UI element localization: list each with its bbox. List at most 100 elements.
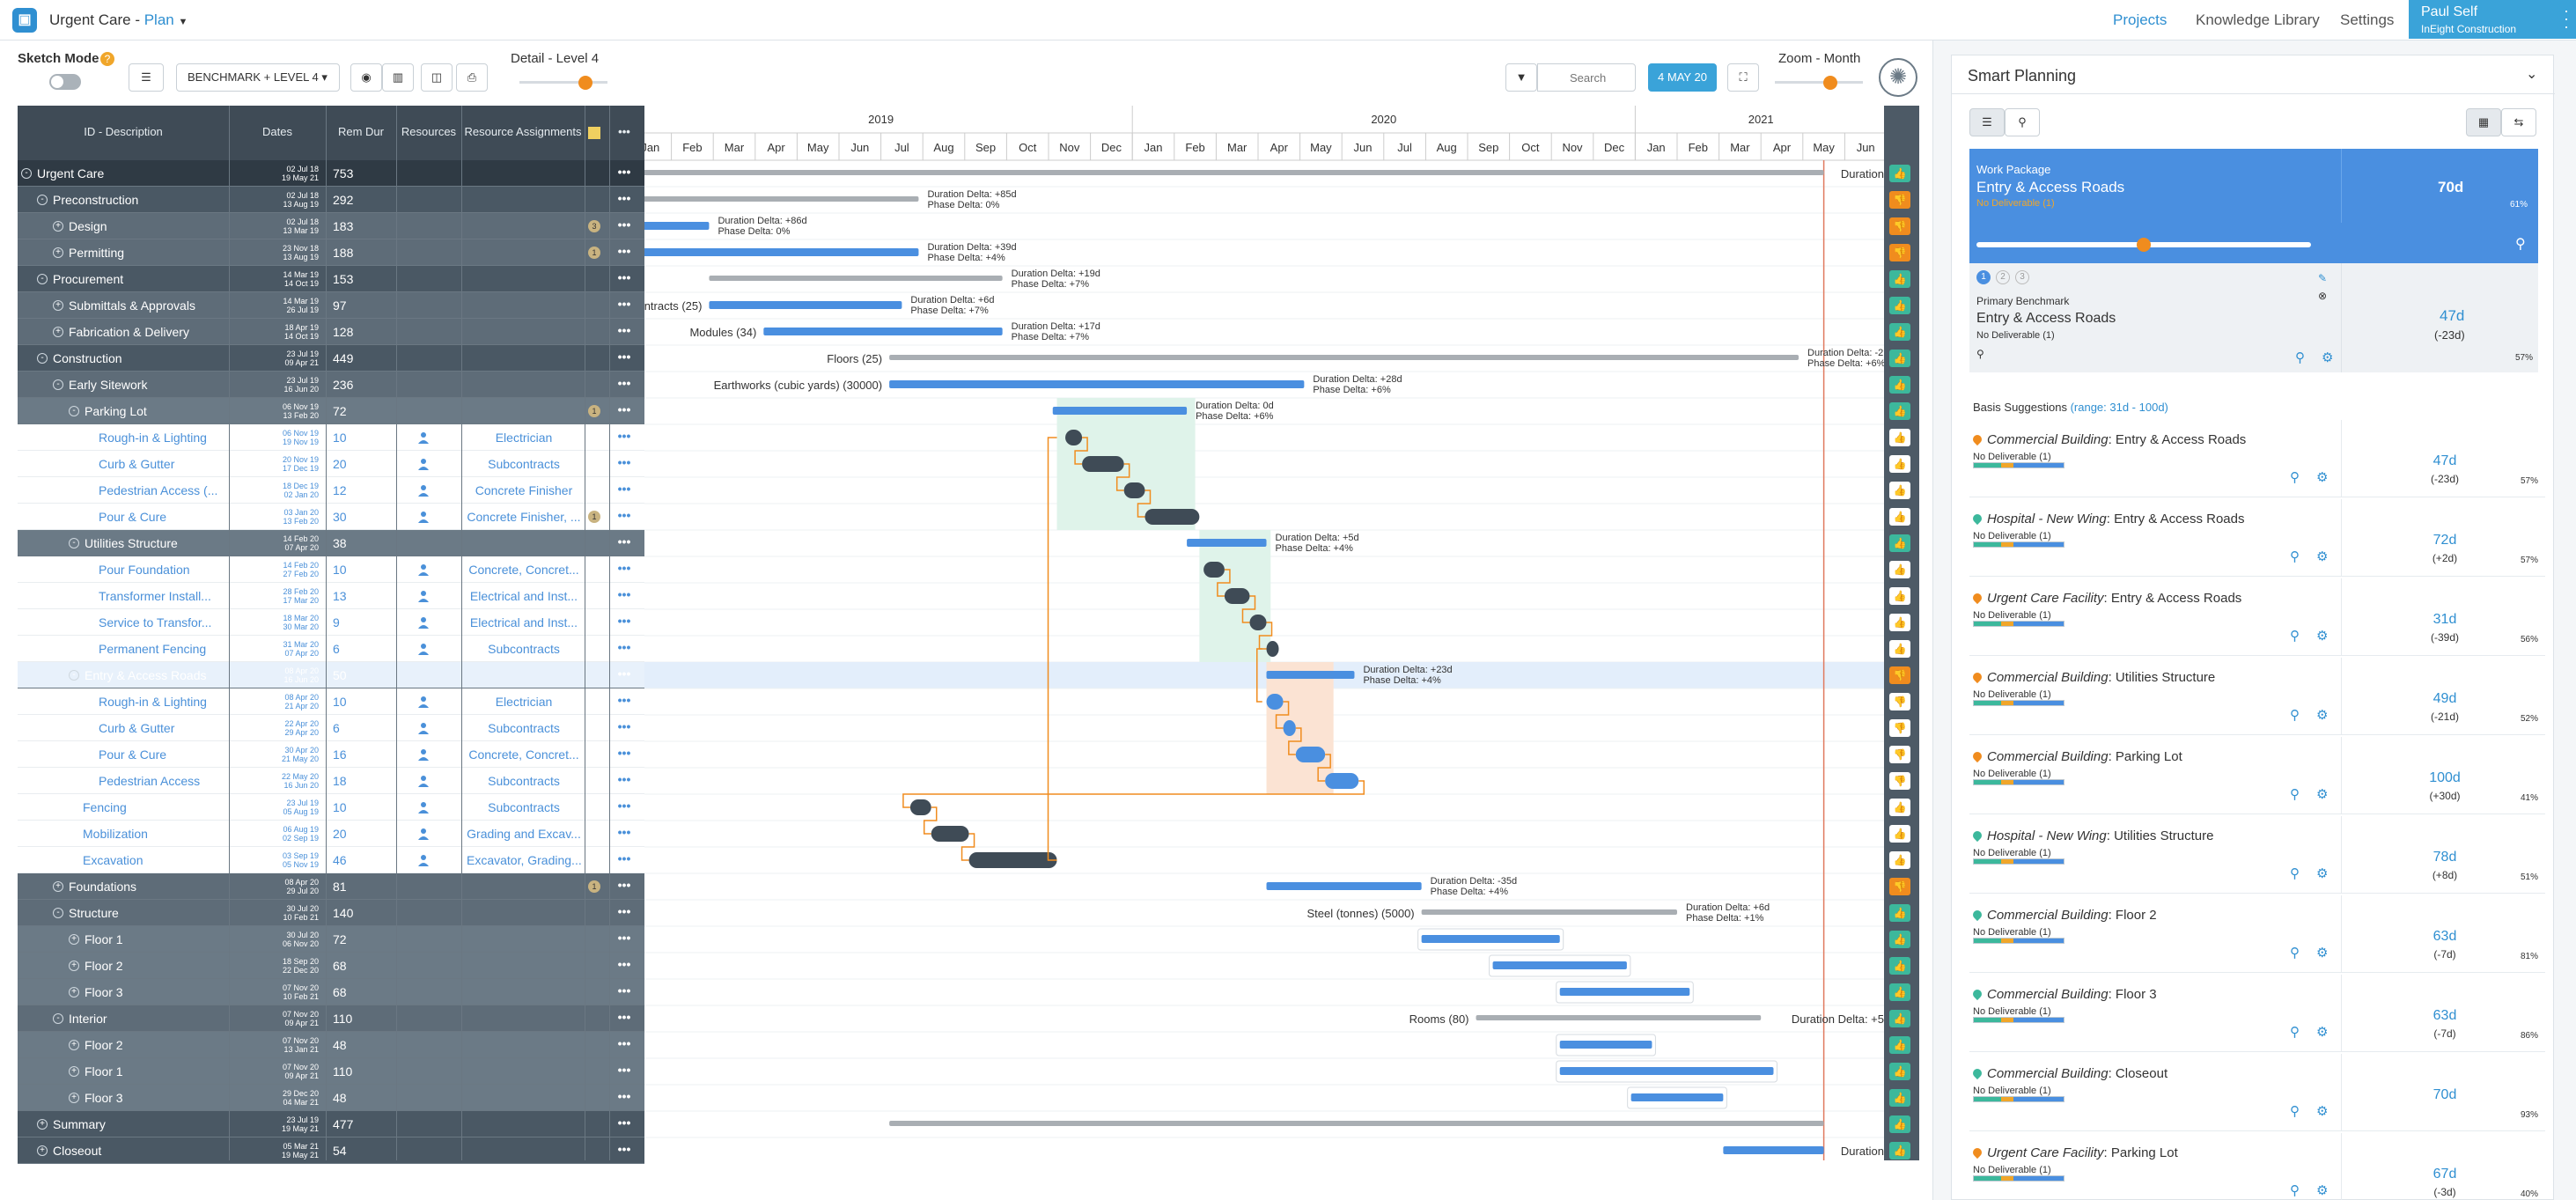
app-logo[interactable]: ▣ <box>12 8 37 33</box>
suggestion-item[interactable]: Commercial Building: Closeout No Deliver… <box>1969 1054 2545 1131</box>
row-more-icon[interactable]: ••• <box>615 958 634 970</box>
row-more-icon[interactable]: ••• <box>615 482 634 495</box>
hierarchy-icon[interactable]: ⚙ <box>2316 707 2328 723</box>
summary-row[interactable]: - Parking Lot 06 Nov 19 13 Feb 20 72 1 ••• <box>18 398 644 424</box>
search-input[interactable] <box>1537 63 1636 92</box>
filter-icon[interactable]: ▼ <box>1505 63 1537 92</box>
row-resource-assignment[interactable]: Subcontracts <box>467 715 581 741</box>
row-more-icon[interactable]: ••• <box>615 826 634 838</box>
task-row[interactable]: Pedestrian Access (... 18 Dec 19 02 Jan 20… <box>18 477 644 504</box>
person-icon[interactable] <box>417 722 430 734</box>
thumbs-up-icon[interactable]: 👍 <box>1889 1115 1910 1133</box>
work-package-slider-handle[interactable] <box>2137 238 2151 252</box>
collapse-icon[interactable]: - <box>53 379 63 390</box>
thumbs-up-icon[interactable]: 👍 <box>1889 1036 1910 1054</box>
row-resource-assignment[interactable]: Concrete Finisher, ... <box>467 504 581 530</box>
row-resource-assignment[interactable]: Electrician <box>467 688 581 715</box>
summary-row[interactable]: - Entry & Access Roads 08 Apr 20 16 Jun 20 5… <box>18 662 644 688</box>
thumbs-up-icon[interactable]: 👍 <box>1889 904 1910 922</box>
collapse-icon[interactable]: - <box>69 538 79 548</box>
expand-icon[interactable]: + <box>37 1119 48 1130</box>
notes-badge[interactable]: 1 <box>588 405 600 417</box>
row-more-icon[interactable]: ••• <box>615 1090 634 1102</box>
expand-icon[interactable]: + <box>69 1093 79 1103</box>
thumbs-down-icon[interactable]: 👎 <box>1889 693 1910 710</box>
task-row[interactable]: Pour & Cure 30 Apr 20 21 May 20 16 Concrete,… <box>18 741 644 768</box>
thumbs-down-icon[interactable]: 👎 <box>1889 191 1910 209</box>
expand-icon[interactable]: + <box>69 1040 79 1050</box>
thumbs-down-icon[interactable]: 👎 <box>1889 244 1910 261</box>
row-resource-assignment[interactable]: Subcontracts <box>467 451 581 477</box>
person-icon[interactable] <box>417 616 430 629</box>
person-icon[interactable] <box>417 828 430 840</box>
task-row[interactable]: Rough-in & Lighting 08 Apr 20 21 Apr 20 10 E… <box>18 688 644 715</box>
thumbs-up-icon[interactable]: 👍 <box>1889 1089 1910 1107</box>
more-icon[interactable]: ••• <box>615 125 634 138</box>
row-more-icon[interactable]: ••• <box>615 1011 634 1023</box>
person-icon[interactable] <box>417 775 430 787</box>
row-resource-assignment[interactable]: Electrician <box>467 424 581 451</box>
row-resource-assignment[interactable]: Electrical and Inst... <box>467 609 581 636</box>
step-3[interactable]: 3 <box>2015 270 2029 284</box>
summary-row[interactable]: + Fabrication & Delivery 18 Apr 19 14 Oct 1… <box>18 319 644 345</box>
suggestion-item[interactable]: Hospital - New Wing: Entry & Access Road… <box>1969 499 2545 577</box>
thumbs-up-icon[interactable]: 👍 <box>1889 482 1910 499</box>
summary-row[interactable]: + Summary 23 Jul 19 19 May 21 477 ••• <box>18 1111 644 1137</box>
project-title[interactable]: Urgent Care - Plan ▼ <box>49 11 188 29</box>
row-more-icon[interactable]: ••• <box>615 588 634 600</box>
suggestion-item[interactable]: Urgent Care Facility: Parking Lot No Del… <box>1969 1133 2545 1200</box>
summary-row[interactable]: + Foundations 08 Apr 20 29 Jul 20 81 1 ••• <box>18 873 644 900</box>
expand-icon[interactable]: + <box>69 1066 79 1077</box>
row-more-icon[interactable]: ••• <box>615 1037 634 1049</box>
thumbs-down-icon[interactable]: 👎 <box>1889 217 1910 235</box>
suggestion-item[interactable]: Commercial Building: Utilities Structure… <box>1969 658 2545 735</box>
row-more-icon[interactable]: ••• <box>615 403 634 416</box>
row-more-icon[interactable]: ••• <box>615 1064 634 1076</box>
suggestion-item[interactable]: Hospital - New Wing: Utilities Structure… <box>1969 816 2545 894</box>
suggestion-title[interactable]: Commercial Building: Floor 3 <box>1970 987 2157 1002</box>
suggestion-title[interactable]: Hospital - New Wing: Utilities Structure <box>1970 828 2213 843</box>
thumbs-down-icon[interactable]: 👎 <box>1889 746 1910 763</box>
thumbs-up-icon[interactable]: 👍 <box>1889 1142 1910 1160</box>
thumbs-up-icon[interactable]: 👍 <box>1889 350 1910 367</box>
search-icon[interactable]: ⚲ <box>2290 945 2300 961</box>
thumbs-up-icon[interactable]: 👍 <box>1889 297 1910 314</box>
col-id-description[interactable]: ID - Description <box>18 125 229 138</box>
hierarchy-icon[interactable]: ⚙ <box>2316 628 2328 644</box>
row-more-icon[interactable]: ••• <box>615 377 634 389</box>
row-more-icon[interactable]: ••• <box>615 747 634 759</box>
person-icon[interactable] <box>417 696 430 708</box>
collapse-chevron-icon[interactable]: ⌄ <box>2526 65 2537 83</box>
summary-row[interactable]: + Permitting 23 Nov 18 13 Aug 19 188 1 ••• <box>18 239 644 266</box>
collapse-icon[interactable]: - <box>53 1013 63 1024</box>
expand-icon[interactable]: + <box>69 987 79 998</box>
row-more-icon[interactable]: ••• <box>615 166 634 178</box>
notes-badge[interactable]: 1 <box>588 511 600 523</box>
thumbs-up-icon[interactable]: 👍 <box>1889 851 1910 869</box>
expand-icon[interactable]: + <box>53 881 63 892</box>
expand-icon[interactable]: + <box>53 221 63 232</box>
row-more-icon[interactable]: ••• <box>615 324 634 336</box>
task-row[interactable]: Service to Transfor... 18 Mar 20 30 Mar 20… <box>18 609 644 636</box>
task-row[interactable]: Fencing 23 Jul 19 05 Aug 19 10 Subcontracts •… <box>18 794 644 821</box>
zoom-slider[interactable] <box>1775 76 1863 90</box>
suggestion-item[interactable]: Commercial Building: Entry & Access Road… <box>1969 420 2545 497</box>
summary-row[interactable]: + Submittals & Approvals 14 Mar 19 26 Jul 1… <box>18 292 644 319</box>
task-row[interactable]: Mobilization 06 Aug 19 02 Sep 19 20 Grading … <box>18 821 644 847</box>
col-resource-assignments[interactable]: Resource Assignments <box>461 125 585 138</box>
nav-projects[interactable]: Projects <box>2113 11 2167 29</box>
expand-icon[interactable]: + <box>69 961 79 971</box>
notes-badge[interactable]: 1 <box>588 247 600 259</box>
search-icon[interactable]: ⚲ <box>2290 1103 2300 1119</box>
thumbs-up-icon[interactable]: 👍 <box>1889 799 1910 816</box>
detail-slider[interactable] <box>519 76 607 90</box>
summary-row[interactable]: + Design 02 Jul 18 13 Mar 19 183 3 ••• <box>18 213 644 239</box>
summary-row[interactable]: + Floor 1 30 Jul 20 06 Nov 20 72 ••• <box>18 926 644 953</box>
row-more-icon[interactable]: ••• <box>615 879 634 891</box>
search-icon[interactable]: ⚲ <box>2290 1182 2300 1198</box>
row-more-icon[interactable]: ••• <box>615 562 634 574</box>
thumbs-up-icon[interactable]: 👍 <box>1889 957 1910 975</box>
histogram-icon[interactable]: ▥ <box>382 63 414 92</box>
row-more-icon[interactable]: ••• <box>615 350 634 363</box>
compare-icon[interactable]: ⇆ <box>2501 108 2536 136</box>
